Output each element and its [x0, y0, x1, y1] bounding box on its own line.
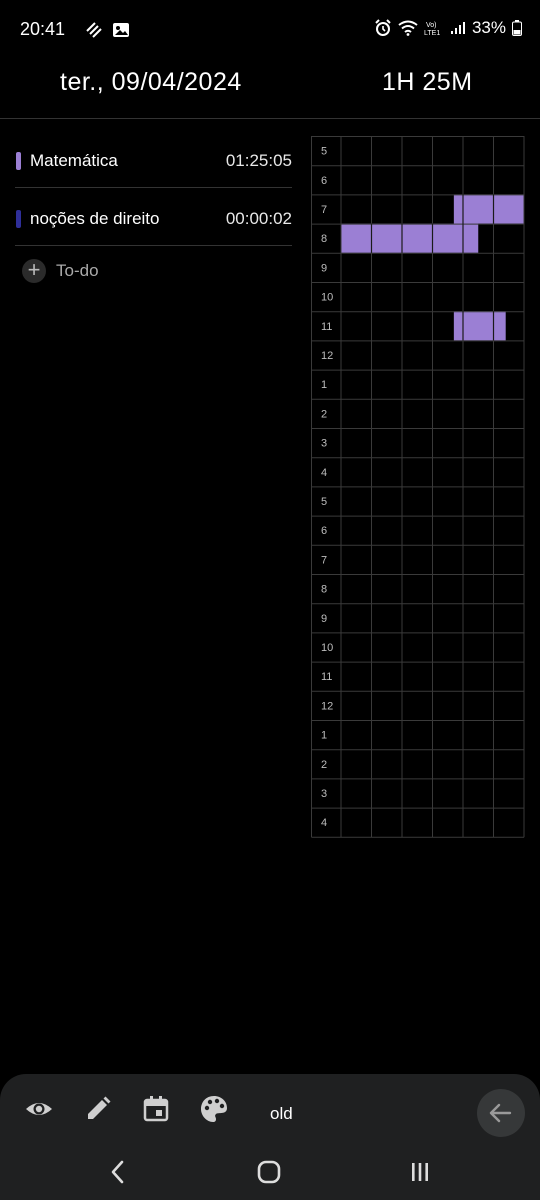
wifi-icon [398, 20, 418, 36]
add-todo-button[interactable]: + To-do [15, 246, 292, 296]
calendar-icon[interactable] [141, 1094, 171, 1124]
hour-label: 11 [321, 321, 332, 333]
old-label[interactable]: old [270, 1104, 293, 1124]
status-left-icons [86, 22, 130, 38]
subject-time: 01:25:05 [225, 151, 292, 170]
hour-label: 7 [321, 554, 327, 566]
hour-label: 1 [321, 730, 327, 742]
eye-icon[interactable] [24, 1094, 54, 1124]
battery-icon [512, 20, 522, 36]
status-right: Vo) LTE1 33% [374, 18, 522, 38]
hour-label: 9 [321, 262, 327, 274]
system-nav-bar [0, 1142, 540, 1200]
hour-label: 4 [321, 817, 327, 829]
subject-color-bar [16, 210, 21, 228]
hour-label: 6 [321, 175, 327, 187]
hour-label: 4 [321, 467, 327, 479]
activity-block [341, 223, 479, 253]
activity-block [453, 194, 524, 224]
hour-label: 9 [321, 613, 327, 625]
hour-label: 1 [321, 379, 327, 391]
back-arrow-button[interactable] [477, 1089, 525, 1137]
alarm-icon [375, 19, 391, 36]
hour-label: 7 [321, 204, 327, 216]
hour-label: 3 [321, 438, 327, 450]
gallery-notification-icon [113, 23, 129, 37]
hour-label: 12 [321, 350, 333, 362]
hour-label: 5 [321, 496, 327, 508]
svg-text:Vo): Vo) [426, 22, 437, 29]
signal-icon [450, 22, 465, 34]
palette-icon[interactable] [199, 1094, 229, 1124]
back-chevron-icon[interactable] [104, 1158, 132, 1186]
subject-item-matematica[interactable]: Matemática 01:25:05 [15, 130, 292, 188]
timetable-grid[interactable]: 5 6 7 8 9 10 11 12 1 2 3 4 5 6 7 8 9 10 11 12 1 2 3 4 [311, 136, 526, 843]
hour-label: 10 [321, 642, 333, 654]
todo-label: To-do [56, 261, 99, 280]
date-label[interactable]: ter., 09/04/2024 [60, 68, 242, 97]
activity-block [453, 311, 506, 341]
volte-icon: Vo) LTE1 [424, 22, 440, 37]
hour-label: 8 [321, 233, 327, 245]
timetable-svg: 567891011121234567891011121234 [311, 136, 525, 838]
hour-label: 10 [321, 292, 333, 304]
day-header: ter., 09/04/2024 1H 25M [0, 60, 540, 119]
subject-color-bar [16, 152, 21, 170]
status-time: 20:41 [20, 19, 66, 39]
hour-label: 12 [321, 700, 333, 712]
home-icon[interactable] [255, 1158, 283, 1186]
hour-label: 5 [321, 146, 327, 158]
hour-label: 11 [321, 671, 332, 683]
subject-name: Matemática [30, 151, 118, 170]
arrow-left-icon [489, 1103, 512, 1123]
hour-label: 6 [321, 525, 327, 537]
striped-app-icon [86, 22, 102, 38]
pencil-icon[interactable] [83, 1094, 113, 1124]
hour-label: 2 [321, 759, 327, 771]
subject-name: noções de direito [30, 209, 160, 228]
hour-label: 3 [321, 788, 327, 800]
battery-percent: 33% [471, 18, 506, 37]
subject-list: Matemática 01:25:05 noções de direito 00… [15, 130, 292, 296]
plus-icon: + [22, 259, 46, 283]
network-label: LTE1 [424, 30, 440, 37]
hour-label: 8 [321, 584, 327, 596]
recents-icon[interactable] [406, 1158, 434, 1186]
subject-item-nocoes-de-direito[interactable]: noções de direito 00:00:02 [15, 188, 292, 246]
status-bar: 20:41 Vo) LTE1 33% [0, 0, 540, 60]
bottom-toolbar: old [0, 1074, 540, 1142]
hour-label: 2 [321, 408, 327, 420]
subject-time: 00:00:02 [225, 209, 292, 228]
total-time-label: 1H 25M [382, 68, 473, 96]
